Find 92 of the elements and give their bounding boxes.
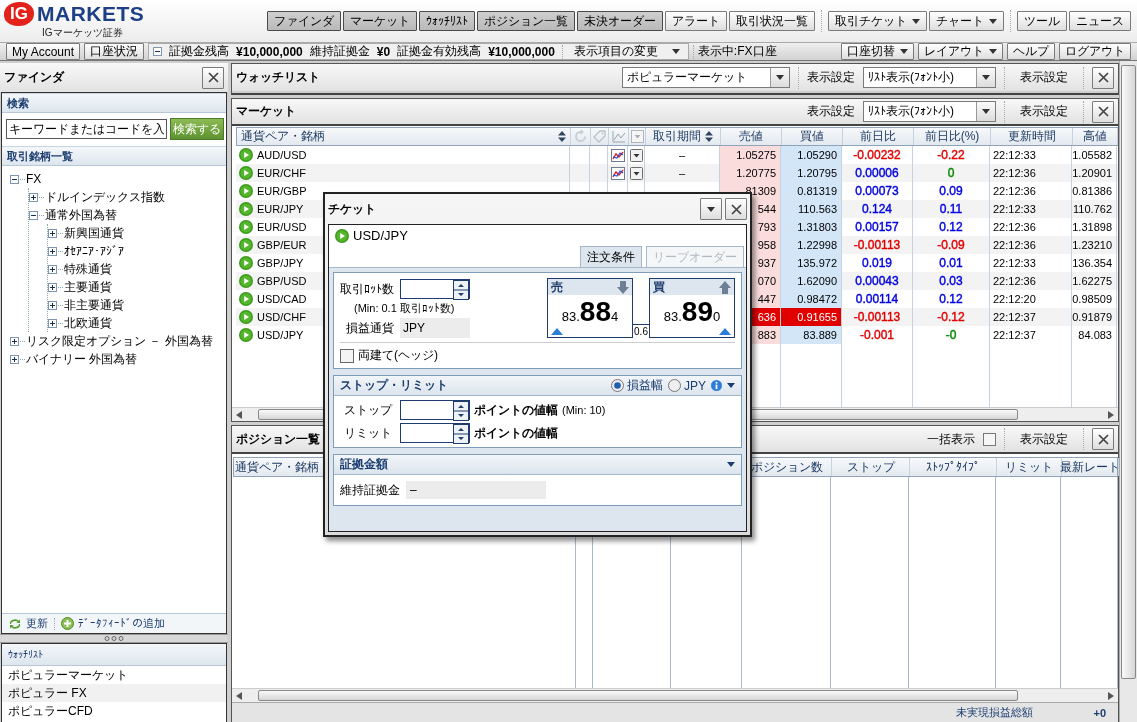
change-value: -0.00113 [853,310,901,324]
field-label: リミット [343,424,393,442]
table-cell: 22:12:37 [990,308,1072,326]
hint-text: (Min: 0.1 取引ﾛｯﾄ数) [353,301,456,316]
change-value: 0.00043 [855,274,899,288]
change-value: 0.00157 [855,220,899,234]
change-percent: -0 [945,328,957,342]
table-cell: 84.083 [1072,326,1117,344]
panel-title: ファインダ [4,69,64,86]
view-label: 表示設定 [807,103,855,120]
change-percent: -0.12 [937,310,965,324]
table-cell: 110.762 [1072,200,1117,218]
account-label: 表示中:FX口座 [697,43,777,60]
table-cell: 0.91879 [1072,308,1117,326]
offer-price: 0.98472 [781,290,842,308]
side-label: 買 [653,278,665,296]
radio-label: JPY [684,378,706,393]
checkbox-label: 両建て(ヘッジ) [358,347,438,364]
change-value: 0.019 [862,256,892,270]
summary-label: 証拠金有効残高 [397,43,482,60]
table-cell: 1.62275 [1072,272,1117,290]
change-percent: 0.12 [939,292,963,306]
section-title: ストップ・リミット [340,377,448,394]
summary-value: ¥0 [376,44,391,59]
offer-price: 110.563 [781,200,842,218]
hint-text: (Min: 10) [562,404,606,416]
section-header: ｳｫｯﾁﾘｽﾄ [2,644,226,666]
table-cell: 22:12:37 [990,326,1072,344]
radio-label: 損益幅 [627,377,663,394]
table-cell: 22:12:36 [990,272,1072,290]
table-cell: 1.23210 [1072,236,1117,254]
unit-label: ポイントの値幅 [474,424,558,442]
change-value: 0.00073 [855,184,899,198]
bid-price: 1.20775 [720,164,781,182]
change-value: -0.001 [860,328,894,342]
total-label: 未実現損益総額 [956,705,1034,720]
field-label: 損益通貨 [346,319,394,337]
offer-price: 1.20795 [781,164,842,182]
summary-label: 維持証拠金 [309,43,370,60]
field-label: 取引ﾛｯﾄ数 [340,280,394,298]
table-cell: 22:12:36 [990,236,1072,254]
change-percent: 0.03 [939,274,963,288]
panel-title: ポジション一覧 [236,430,320,448]
panel-title: ウォッチリスト [236,69,320,86]
change-value: 0.00114 [855,292,899,306]
logo-badge: IG [4,2,34,26]
section-header: 検索 [2,93,226,113]
summary-value: ¥10,000,000 [236,44,303,59]
section-title: 証拠金額 [340,456,388,473]
summary-label: 証拠金残高 [169,43,230,60]
change-percent: 0.09 [939,184,963,198]
spread-value: 0.6 [632,324,650,338]
change-percent: 0.11 [939,202,963,216]
section-header: 取引銘柄一覧 [2,146,226,166]
change-value: -0.00113 [853,238,901,252]
change-percent: -0.22 [937,148,965,162]
summary-value: ¥10,000,000 [488,44,555,59]
panel-title: マーケット [236,103,296,120]
offer-price: 1.31803 [781,218,842,236]
logo-subtitle: IGマーケッツ証券 [42,26,124,40]
field-label: ストップ [343,401,394,419]
total-value: +0 [1093,706,1106,719]
window-title: チケット [328,200,376,218]
side-label: 売 [551,278,563,296]
currency-field: JPY [400,318,470,338]
change-percent: 0 [947,166,955,180]
change-percent: 0.12 [939,220,963,234]
checkbox-label: 一括表示 [927,430,975,448]
offer-price: 83.889 [781,326,842,344]
offer-price: 135.972 [781,254,842,272]
change-percent: 0.01 [939,256,963,270]
table-cell: 1.20901 [1072,164,1117,182]
offer-price: 0.91655 [781,308,842,326]
table-cell: 22:12:36 [990,164,1072,182]
logo-text: MARKETS [37,2,145,26]
field-label: 維持証拠金 [340,481,400,499]
bid-price: 1.05275 [720,146,781,164]
price-value: 83.884 [561,298,619,326]
offer-price: 1.05290 [781,146,842,164]
change-value: -0.00232 [853,148,901,162]
offer-price: 1.22998 [781,236,842,254]
change-value: 0.124 [862,202,892,216]
price-value: 83.890 [663,298,721,326]
instrument-name: USD/JPY [353,228,408,243]
table-cell: 22:12:33 [990,200,1072,218]
margin-field: – [406,481,546,499]
change-value: 0.00006 [855,166,899,180]
unit-label: ポイントの値幅 [474,401,558,419]
view-label: 表示設定 [807,69,855,86]
offer-price: 0.81319 [781,182,842,200]
change-percent: -0.09 [937,238,965,252]
offer-price: 1.62090 [781,272,842,290]
